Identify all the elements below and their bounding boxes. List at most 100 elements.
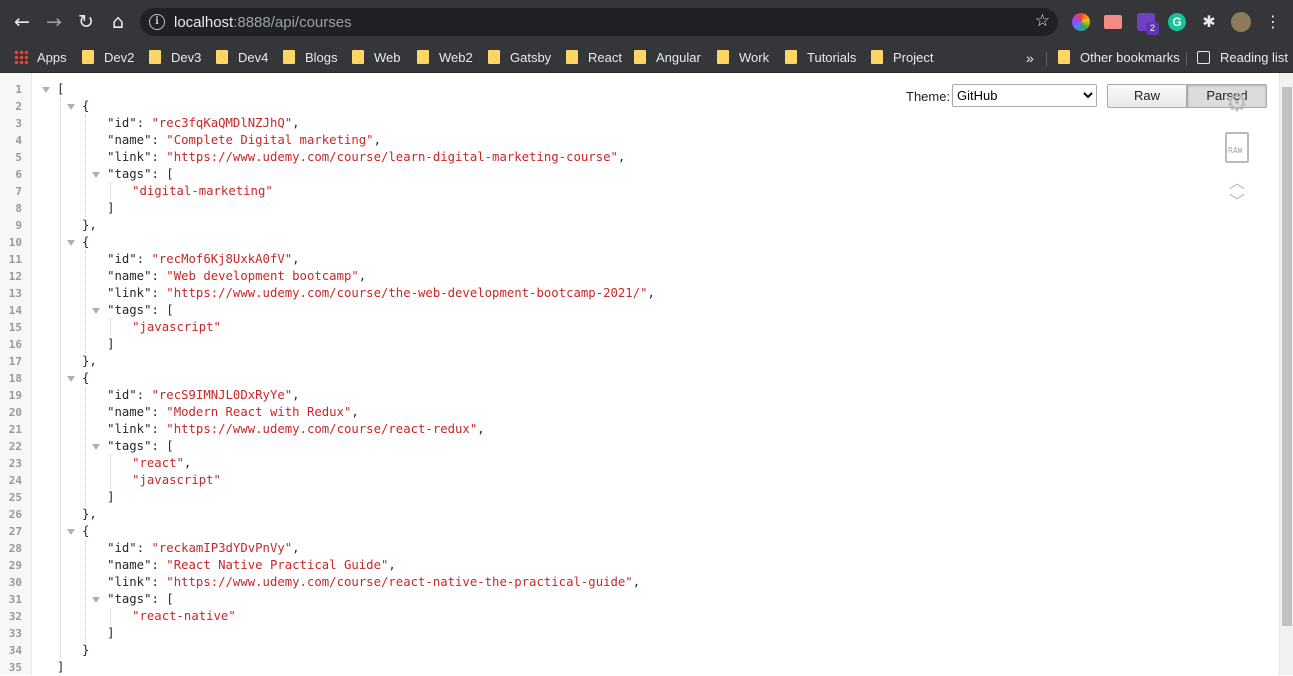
settings-gear-icon[interactable]: ⚙	[1224, 90, 1250, 116]
fold-toggle-icon[interactable]	[92, 308, 101, 314]
folder-icon	[717, 50, 729, 64]
raw-document-icon[interactable]: RAW	[1225, 132, 1249, 163]
json-line: "name": "React Native Practical Guide",	[107, 558, 396, 572]
json-line: "id": "reckamIP3dYDvPnVy",	[107, 541, 300, 555]
json-line: "tags": [	[107, 592, 174, 606]
json-line: [	[57, 82, 65, 96]
bookmark-apps[interactable]: Apps	[14, 47, 67, 69]
bookmarks-overflow-chevron[interactable]: »	[1026, 47, 1034, 69]
json-line: ]	[57, 660, 65, 674]
line-number: 23	[8, 457, 22, 470]
bookmark-folder-web2[interactable]: Web2	[417, 47, 473, 69]
bookmark-label: Gatsby	[510, 50, 552, 65]
line-number: 27	[8, 525, 22, 538]
json-line: }	[82, 643, 90, 657]
folder-icon	[82, 50, 94, 64]
bookmarks-divider	[1186, 52, 1187, 66]
bookmark-folder-work[interactable]: Work	[717, 47, 769, 69]
profile-avatar[interactable]	[1231, 12, 1251, 32]
line-number: 15	[8, 321, 22, 334]
fold-toggle-icon[interactable]	[67, 240, 76, 246]
bookmark-folder-angular[interactable]: Angular	[634, 47, 701, 69]
color-picker-extension-icon[interactable]	[1072, 13, 1090, 31]
folder-icon	[216, 50, 228, 64]
indent-guide	[110, 183, 112, 200]
bookmark-folder-project[interactable]: Project	[871, 47, 933, 69]
json-line: "link": "https://www.udemy.com/course/re…	[107, 575, 641, 589]
url-text[interactable]: localhost:8888/api/courses	[174, 14, 352, 31]
json-line: "id": "recMof6Kj8UxkA0fV",	[107, 252, 300, 266]
reading-list-icon	[1197, 51, 1210, 64]
extensions-puzzle-icon[interactable]: ✱	[1195, 8, 1223, 36]
fold-toggle-icon[interactable]	[92, 444, 101, 450]
bookmark-folder-web[interactable]: Web	[352, 47, 401, 69]
menu-kebab-icon[interactable]: ⋮	[1259, 8, 1287, 36]
line-number: 7	[15, 185, 22, 198]
bookmark-star-icon[interactable]: ☆	[1035, 11, 1050, 31]
indent-guide	[85, 387, 87, 506]
vertical-scrollbar[interactable]	[1279, 73, 1293, 675]
bookmark-label: Work	[739, 50, 770, 65]
indent-guide	[85, 540, 87, 642]
fold-toggle-icon[interactable]	[42, 87, 50, 93]
bookmark-folder-dev3[interactable]: Dev3	[149, 47, 201, 69]
bookmarks-divider	[1046, 52, 1047, 66]
fold-toggle-icon[interactable]	[92, 172, 101, 178]
bookmark-label: Dev4	[238, 50, 269, 65]
bookmark-folder-dev2[interactable]: Dev2	[82, 47, 134, 69]
url-path: :8888/api/courses	[233, 14, 352, 31]
json-line: "id": "recS9IMNJL0DxRyYe",	[107, 388, 300, 402]
json-line: "javascript"	[132, 473, 221, 487]
bookmarks-bar: Apps Dev2 Dev3 Dev4 Blogs Web Web2 Gatsb…	[0, 44, 1293, 73]
fold-toggle-icon[interactable]	[67, 104, 76, 110]
bookmark-other-bookmarks[interactable]: Other bookmarks	[1058, 47, 1180, 69]
theme-select[interactable]: GitHub	[952, 84, 1097, 107]
back-arrow-icon[interactable]: ←	[8, 8, 36, 36]
raw-icon-label: RAW	[1228, 146, 1243, 155]
grammarly-icon[interactable]: G	[1168, 13, 1186, 31]
bookmark-label: Angular	[656, 50, 701, 65]
line-number: 22	[8, 440, 22, 453]
scrollbar-thumb[interactable]	[1282, 87, 1292, 626]
chevron-up-icon[interactable]: ︿	[1229, 175, 1245, 191]
bookmark-label: Dev2	[104, 50, 135, 65]
home-icon[interactable]: ⌂	[104, 8, 132, 36]
reading-list-button[interactable]: Reading list	[1197, 47, 1288, 69]
json-line: ]	[107, 337, 115, 351]
folder-icon	[417, 50, 429, 64]
bookmark-folder-tutorials[interactable]: Tutorials	[785, 47, 856, 69]
bookmark-label: React	[588, 50, 622, 65]
browser-toolbar: ← → ↻ ⌂ i localhost:8888/api/courses ☆ 2…	[0, 0, 1293, 44]
fold-toggle-icon[interactable]	[67, 529, 76, 535]
bookmark-folder-blogs[interactable]: Blogs	[283, 47, 338, 69]
forward-arrow-icon[interactable]: →	[40, 8, 68, 36]
chevron-down-icon[interactable]: ﹀	[1229, 194, 1245, 210]
line-number: 11	[8, 253, 22, 266]
bookmark-folder-react[interactable]: React	[566, 47, 622, 69]
bookmark-label: Tutorials	[807, 50, 857, 65]
video-extension-icon[interactable]	[1104, 15, 1122, 29]
indent-guide	[85, 115, 87, 217]
line-number: 29	[8, 559, 22, 572]
fold-toggle-icon[interactable]	[67, 376, 76, 382]
line-number: 2	[15, 100, 22, 113]
fold-toggle-icon[interactable]	[92, 597, 101, 603]
line-number: 34	[8, 644, 22, 657]
line-number: 9	[15, 219, 22, 232]
reload-icon[interactable]: ↻	[72, 8, 100, 36]
site-info-icon[interactable]: i	[149, 14, 165, 30]
json-line: "name": "Modern React with Redux",	[107, 405, 359, 419]
bookmark-label: Other bookmarks	[1080, 50, 1180, 65]
raw-button[interactable]: Raw	[1107, 84, 1187, 108]
json-line: {	[82, 524, 90, 538]
bookmark-folder-dev4[interactable]: Dev4	[216, 47, 268, 69]
bookmark-label: Blogs	[305, 50, 338, 65]
bookmark-folder-gatsby[interactable]: Gatsby	[488, 47, 551, 69]
bookmark-label: Web	[374, 50, 401, 65]
json-line: "name": "Web development bootcamp",	[107, 269, 367, 283]
json-line: "digital-marketing"	[132, 184, 273, 198]
address-bar[interactable]: i localhost:8888/api/courses ☆	[140, 8, 1058, 36]
line-number: 3	[15, 117, 22, 130]
bookmark-label: Project	[893, 50, 934, 65]
line-number: 30	[8, 576, 22, 589]
